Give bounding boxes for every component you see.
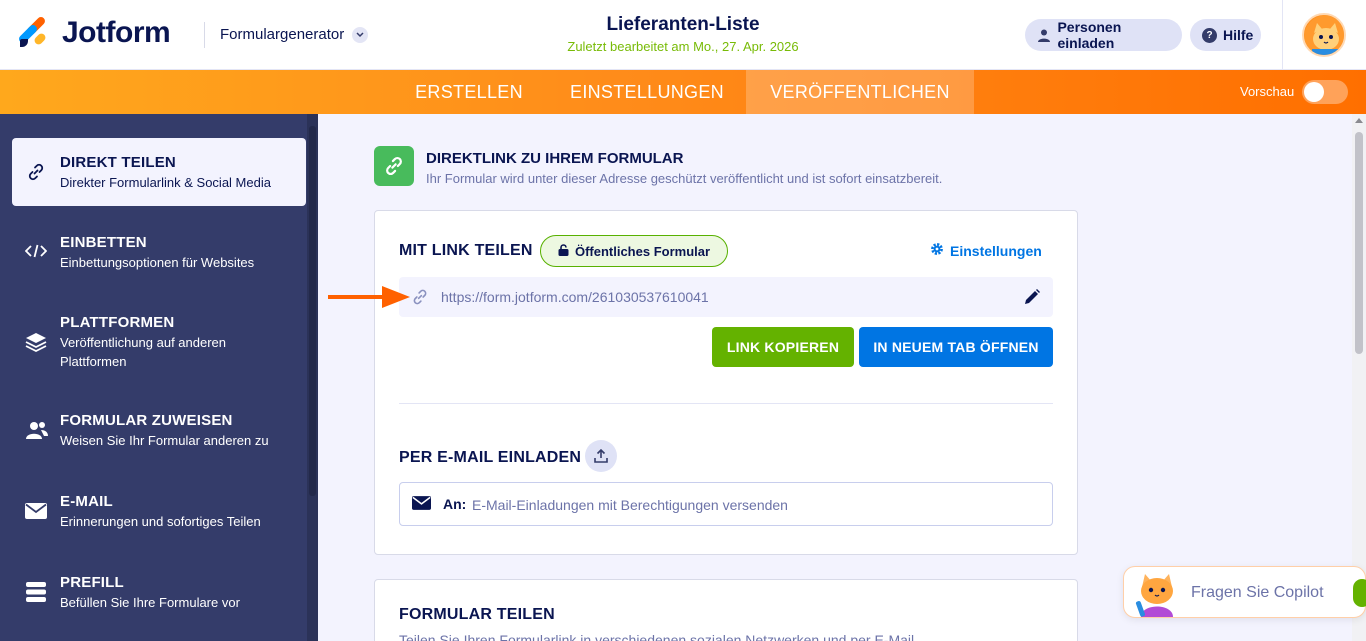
tab-settings[interactable]: EINSTELLUNGEN bbox=[552, 70, 742, 114]
users-icon bbox=[24, 418, 48, 442]
code-icon bbox=[24, 239, 48, 263]
publish-sidebar: DIREKT TEILEN Direkter Formularlink & So… bbox=[0, 114, 318, 641]
sidebar-item-desc: Erinnerungen und sofortiges Teilen bbox=[60, 514, 261, 529]
upload-button[interactable] bbox=[585, 440, 617, 472]
gear-icon bbox=[930, 242, 944, 259]
last-edited-text: Zuletzt bearbeitet am Mo., 27. Apr. 2026 bbox=[567, 39, 799, 54]
share-form-card: FORMULAR TEILEN Teilen Sie Ihren Formula… bbox=[374, 579, 1078, 641]
form-generator-dropdown[interactable]: Formulargenerator bbox=[220, 26, 369, 43]
invite-people-label: Personen einladen bbox=[1057, 19, 1122, 51]
sidebar-item-title: FORMULAR ZUWEISEN bbox=[60, 412, 233, 429]
copilot-cat-icon bbox=[1132, 571, 1184, 622]
arrow-right-icon bbox=[328, 286, 410, 308]
preview-toggle[interactable] bbox=[1302, 80, 1348, 104]
sidebar-item-email[interactable]: E-MAIL Erinnerungen und sofortiges Teile… bbox=[12, 483, 306, 539]
main-scrollbar-thumb[interactable] bbox=[1355, 132, 1363, 354]
sidebar-item-title: PLATTFORMEN bbox=[60, 314, 175, 331]
scroll-up-icon[interactable] bbox=[1355, 118, 1363, 123]
section-title: DIREKTLINK ZU IHREM FORMULAR bbox=[426, 150, 684, 167]
help-icon: ? bbox=[1202, 27, 1217, 43]
public-form-label: Öffentliches Formular bbox=[574, 243, 711, 259]
sidebar-item-desc: Weisen Sie Ihr Formular anderen zu bbox=[60, 433, 269, 448]
link-icon bbox=[24, 160, 48, 184]
copy-link-button[interactable]: LINK KOPIEREN bbox=[712, 327, 854, 367]
envelope-icon bbox=[24, 499, 48, 523]
header-divider bbox=[204, 22, 205, 48]
sidebar-item-embed[interactable]: EINBETTEN Einbettungsoptionen für Websit… bbox=[12, 224, 306, 280]
builder-nav-bar: ERSTELLEN EINSTELLUNGEN VERÖFFENTLICHEN … bbox=[0, 70, 1366, 114]
logo-text: Jotform bbox=[62, 16, 171, 49]
invite-by-email-title: PER E-MAIL EINLADEN bbox=[399, 449, 582, 466]
tab-publish[interactable]: VERÖFFENTLICHEN bbox=[746, 70, 974, 114]
link-icon bbox=[374, 146, 414, 186]
sidebar-item-direct-share[interactable]: DIREKT TEILEN Direkter Formularlink & So… bbox=[12, 138, 306, 206]
sidebar-item-title: E-MAIL bbox=[60, 493, 113, 510]
sidebar-item-prefill[interactable]: PREFILL Befüllen Sie Ihre Formulare vor bbox=[12, 564, 306, 620]
copilot-button[interactable]: Fragen Sie Copilot bbox=[1123, 566, 1366, 618]
toggle-knob bbox=[1304, 82, 1324, 102]
link-settings-button[interactable]: Einstellungen bbox=[930, 242, 1042, 259]
share-form-description: Teilen Sie Ihren Formularlink in verschi… bbox=[399, 632, 919, 641]
link-icon bbox=[411, 288, 429, 311]
form-generator-label: Formulargenerator bbox=[220, 26, 345, 43]
share-form-title: FORMULAR TEILEN bbox=[399, 606, 555, 623]
unlock-icon bbox=[558, 243, 569, 259]
section-description: Ihr Formular wird unter dieser Adresse g… bbox=[426, 171, 943, 186]
invite-people-button[interactable]: Personen einladen bbox=[1025, 19, 1182, 51]
tab-create[interactable]: ERSTELLEN bbox=[394, 70, 544, 114]
email-input[interactable] bbox=[472, 494, 1032, 516]
sidebar-item-platforms[interactable]: PLATTFORMEN Veröffentlichung auf anderen… bbox=[12, 304, 306, 380]
upload-icon bbox=[594, 449, 608, 463]
link-settings-label: Einstellungen bbox=[950, 242, 1042, 259]
help-label: Hilfe bbox=[1223, 27, 1254, 43]
top-header: Jotform Formulargenerator Lieferanten-Li… bbox=[0, 0, 1366, 70]
header-vertical-divider bbox=[1282, 0, 1283, 70]
sidebar-item-desc: Veröffentlichung auf anderen Plattformen bbox=[60, 335, 227, 369]
sidebar-item-title: DIREKT TEILEN bbox=[60, 154, 176, 171]
jotform-logo-icon bbox=[17, 15, 50, 49]
chevron-down-icon bbox=[352, 26, 369, 43]
sidebar-item-title: PREFILL bbox=[60, 574, 124, 591]
cat-avatar-icon bbox=[1304, 15, 1344, 55]
pencil-icon[interactable] bbox=[1023, 288, 1041, 311]
sidebar-item-desc: Befüllen Sie Ihre Formulare vor bbox=[60, 595, 240, 610]
user-icon bbox=[1037, 27, 1051, 43]
help-button[interactable]: ? Hilfe bbox=[1190, 19, 1261, 51]
sidebar-item-title: EINBETTEN bbox=[60, 234, 147, 251]
open-in-new-tab-button[interactable]: IN NEUEM TAB ÖFFNEN bbox=[859, 327, 1053, 367]
form-url-text: https://form.jotform.com/261030537610041 bbox=[441, 289, 709, 305]
public-form-badge[interactable]: Öffentliches Formular bbox=[540, 235, 728, 267]
sidebar-item-assign-form[interactable]: FORMULAR ZUWEISEN Weisen Sie Ihr Formula… bbox=[12, 402, 306, 458]
main-scrollbar[interactable] bbox=[1352, 114, 1366, 641]
user-avatar[interactable] bbox=[1302, 13, 1346, 57]
email-invite-field[interactable]: An: bbox=[399, 482, 1053, 526]
database-icon bbox=[24, 580, 48, 604]
form-title[interactable]: Lieferanten-Liste bbox=[483, 14, 883, 36]
sidebar-scrollbar-thumb[interactable] bbox=[309, 126, 316, 496]
form-url-field[interactable]: https://form.jotform.com/261030537610041 bbox=[399, 277, 1053, 317]
layers-icon bbox=[24, 330, 48, 354]
jotform-logo[interactable]: Jotform bbox=[17, 15, 171, 50]
copilot-status-indicator bbox=[1353, 579, 1366, 607]
copilot-label: Fragen Sie Copilot bbox=[1191, 584, 1324, 601]
sidebar-item-desc: Direkter Formularlink & Social Media bbox=[60, 175, 271, 190]
preview-label: Vorschau bbox=[1240, 84, 1295, 99]
share-link-card: MIT LINK TEILEN Öffentliches Formular Ei… bbox=[374, 210, 1078, 555]
main-content: DIREKTLINK ZU IHREM FORMULAR Ihr Formula… bbox=[318, 114, 1352, 641]
envelope-icon bbox=[412, 496, 431, 515]
share-with-link-title: MIT LINK TEILEN bbox=[399, 242, 533, 259]
email-to-prefix: An: bbox=[443, 496, 467, 512]
sidebar-item-desc: Einbettungsoptionen für Websites bbox=[60, 255, 255, 270]
card-divider bbox=[399, 403, 1053, 404]
form-title-block: Lieferanten-Liste Zuletzt bearbeitet am … bbox=[483, 14, 883, 54]
